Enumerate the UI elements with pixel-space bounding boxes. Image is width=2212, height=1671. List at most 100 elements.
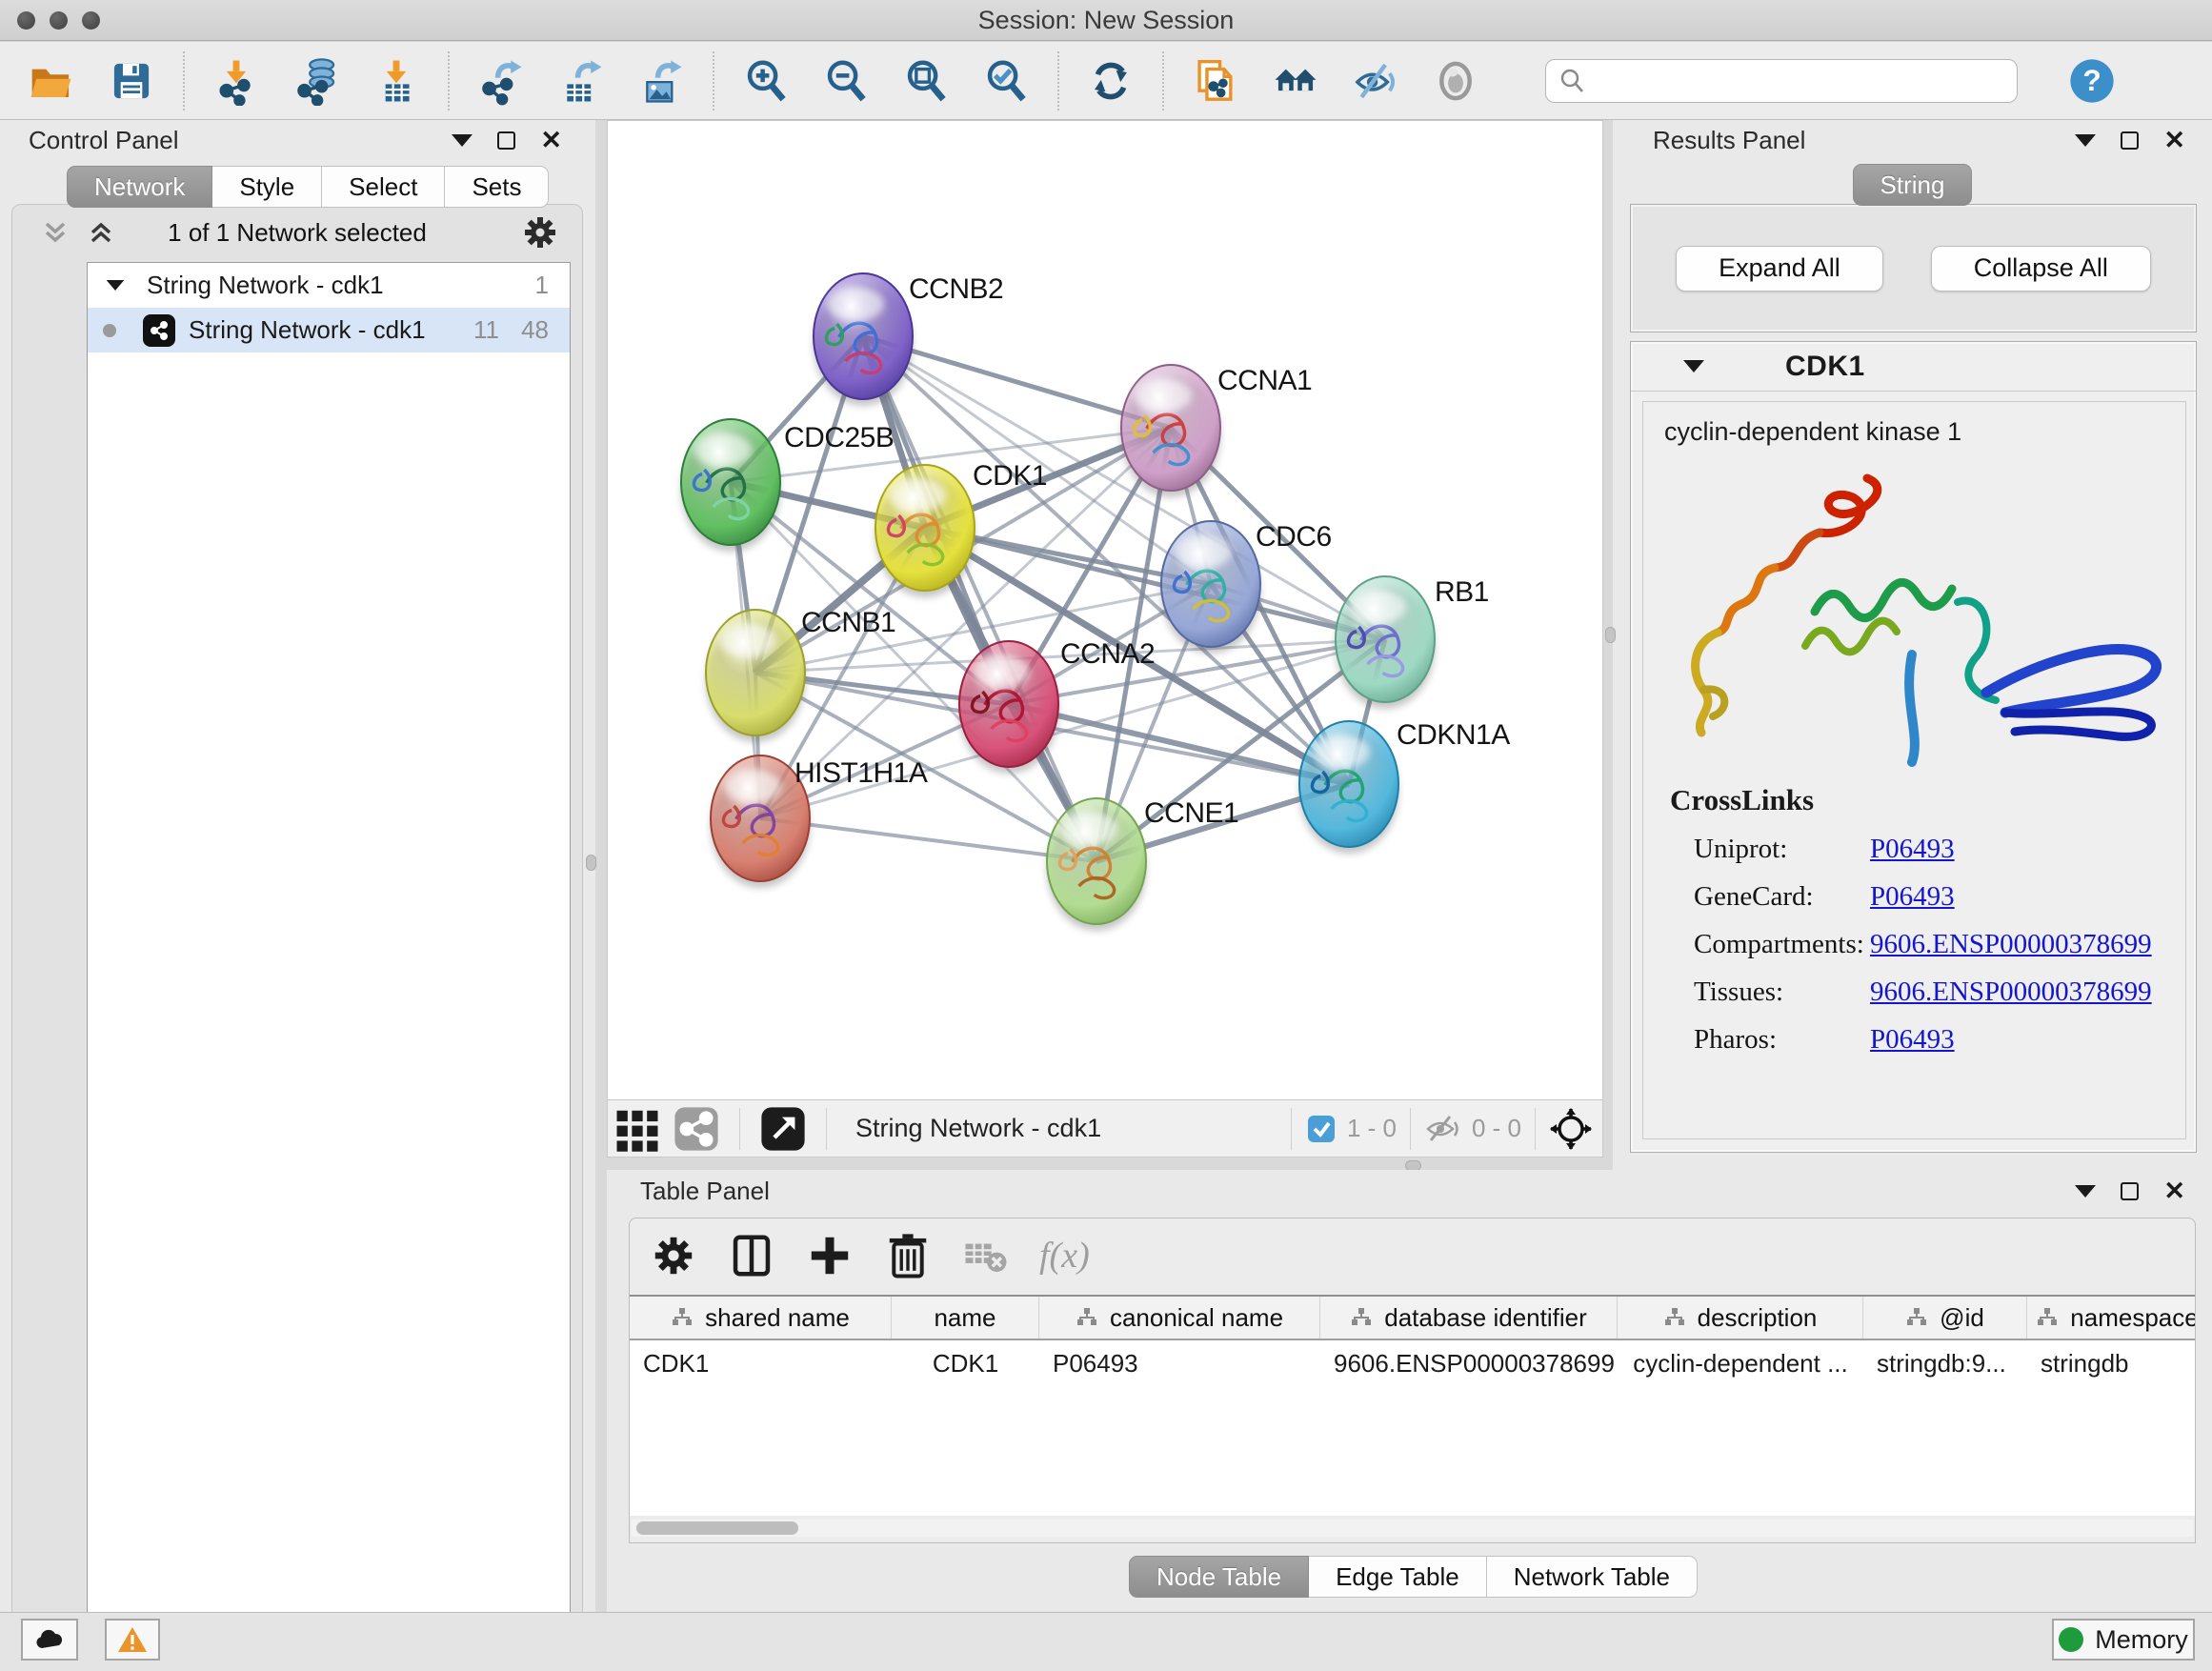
search-input[interactable] (1586, 68, 2005, 94)
crosslink-label: Compartments: (1694, 929, 1870, 960)
column-header-shared-name[interactable]: shared name (630, 1297, 892, 1339)
table-cell[interactable]: 9606.ENSP00000378699 (1320, 1349, 1618, 1379)
network-graph[interactable]: CCNB2CCNA1CDC25BCDK1CDC6RB1CCNB1CCNA2CDK… (608, 121, 1602, 1099)
create-column-icon[interactable] (805, 1231, 855, 1280)
tab-style[interactable]: Style (212, 166, 322, 208)
tab-string[interactable]: String (1853, 164, 1973, 206)
import-table-file-button[interactable] (356, 51, 436, 111)
crosslink-link[interactable]: P06493 (1870, 1024, 1955, 1056)
show-all-button[interactable] (1416, 51, 1496, 111)
export-table-file-button[interactable] (541, 51, 621, 111)
protein-node-CDK1[interactable] (875, 465, 975, 597)
protein-node-CDKN1A[interactable] (1299, 721, 1398, 854)
import-table-icon (372, 56, 421, 106)
hide-selected-button[interactable] (1336, 51, 1416, 111)
network-row-selected[interactable]: String Network - cdk1 11 48 (88, 308, 570, 352)
selected-checkbox-icon[interactable] (1305, 1113, 1337, 1145)
search-icon (1558, 67, 1586, 95)
close-panel-icon[interactable]: ✕ (2163, 128, 2185, 153)
protein-node-CCNE1[interactable] (1047, 798, 1146, 931)
tab-select[interactable]: Select (322, 166, 445, 208)
cloud-status-button[interactable] (21, 1619, 78, 1661)
zoom-out-icon (821, 56, 871, 106)
column-header-description[interactable]: description (1618, 1297, 1863, 1339)
table-row[interactable]: CDK1CDK1P064939606.ENSP00000378699cyclin… (630, 1340, 2195, 1386)
refresh-view-button[interactable] (1071, 51, 1151, 111)
table-cell[interactable]: cyclin-dependent ... (1618, 1349, 1863, 1379)
collection-expander-icon[interactable] (107, 280, 125, 291)
scrollbar-thumb[interactable] (636, 1521, 798, 1535)
export-image-file-button[interactable] (621, 51, 701, 111)
zoom-in-button[interactable] (726, 51, 806, 111)
zoom-selected-button[interactable] (966, 51, 1046, 111)
import-network-database-button[interactable] (276, 51, 356, 111)
zoom-out-button[interactable] (806, 51, 886, 111)
memory-button[interactable]: Memory (2052, 1619, 2195, 1661)
help-button[interactable]: ? (2052, 51, 2132, 111)
search-field[interactable] (1545, 59, 2018, 103)
export-network-file-button[interactable] (461, 51, 541, 111)
close-panel-icon[interactable]: ✕ (2163, 1178, 2185, 1204)
expand-all-button[interactable]: Expand All (1676, 246, 1883, 292)
open-session-button[interactable] (11, 51, 91, 111)
column-header--id[interactable]: @id (1863, 1297, 2027, 1339)
tab-network[interactable]: Network (67, 166, 212, 208)
network-share-button[interactable] (667, 1099, 726, 1158)
panel-menu-icon[interactable] (452, 134, 473, 147)
tab-node-table[interactable]: Node Table (1129, 1556, 1309, 1598)
save-session-button[interactable] (91, 51, 171, 111)
table-cell[interactable]: CDK1 (892, 1349, 1039, 1379)
crosslink-link[interactable]: P06493 (1870, 834, 1955, 865)
right-splitter-grip[interactable] (1605, 627, 1616, 643)
node-table[interactable]: shared namenamecanonical namedatabase id… (630, 1295, 2195, 1516)
table-settings-gear-icon[interactable] (649, 1231, 698, 1280)
crosslink-link[interactable]: 9606.ENSP00000378699 (1870, 976, 2152, 1008)
delete-column-trash-icon[interactable] (883, 1231, 933, 1280)
protein-node-CCNB2[interactable] (814, 273, 913, 406)
table-horizontal-scrollbar[interactable] (632, 1520, 2193, 1537)
protein-node-CCNA1[interactable] (1121, 365, 1220, 497)
left-splitter-grip[interactable] (586, 855, 596, 871)
protein-node-CDC6[interactable] (1161, 521, 1260, 654)
tab-network-table[interactable]: Network Table (1487, 1556, 1698, 1598)
network-collection-button[interactable] (1256, 51, 1336, 111)
table-cell[interactable]: stringdb (2027, 1349, 2195, 1379)
column-header-name[interactable]: name (892, 1297, 1039, 1339)
column-header-namespace[interactable]: namespace (2027, 1297, 2195, 1339)
warnings-button[interactable] (105, 1619, 160, 1661)
column-header-database-identifier[interactable]: database identifier (1320, 1297, 1618, 1339)
protein-node-RB1[interactable] (1336, 576, 1435, 709)
table-cell[interactable]: stringdb:9... (1863, 1349, 2027, 1379)
close-panel-icon[interactable]: ✕ (540, 128, 562, 153)
float-panel-icon[interactable] (497, 131, 515, 150)
fit-selected-crosshair-icon[interactable] (1549, 1107, 1593, 1151)
network-collection-row[interactable]: String Network - cdk1 1 (88, 263, 570, 308)
column-header-canonical-name[interactable]: canonical name (1039, 1297, 1320, 1339)
crosslink-link[interactable]: 9606.ENSP00000378699 (1870, 929, 2152, 960)
table-cell[interactable]: P06493 (1039, 1349, 1320, 1379)
tab-edge-table[interactable]: Edge Table (1309, 1556, 1487, 1598)
protein-node-CCNA2[interactable] (959, 641, 1058, 774)
gene-expander-icon[interactable] (1683, 360, 1704, 372)
tab-sets[interactable]: Sets (445, 166, 549, 208)
show-columns-icon[interactable] (727, 1231, 776, 1280)
table-cell[interactable]: CDK1 (630, 1349, 892, 1379)
float-panel-icon[interactable] (2121, 1182, 2139, 1200)
zoom-fit-content-button[interactable] (886, 51, 966, 111)
open-in-window-button[interactable] (754, 1099, 813, 1158)
float-panel-icon[interactable] (2121, 131, 2139, 150)
network-options-gear-icon[interactable] (521, 213, 559, 252)
collapse-all-button[interactable]: Collapse All (1931, 246, 2151, 292)
panel-menu-icon[interactable] (2075, 134, 2096, 147)
clone-network-button[interactable] (1176, 51, 1256, 111)
import-network-file-button[interactable] (196, 51, 276, 111)
edge-CCNA2-CDKN1A[interactable] (1009, 704, 1349, 784)
protein-node-CCNB1[interactable] (706, 610, 805, 742)
protein-node-CDC25B[interactable] (681, 419, 780, 552)
edge-HIST1H1A-CCNE1[interactable] (760, 818, 1096, 861)
panel-menu-icon[interactable] (2075, 1185, 2096, 1198)
birdseye-grid-button[interactable] (608, 1099, 667, 1158)
gene-entry-header[interactable]: CDK1 (1631, 342, 2196, 392)
network-canvas[interactable]: CCNB2CCNA1CDC25BCDK1CDC6RB1CCNB1CCNA2CDK… (607, 120, 1603, 1100)
crosslink-link[interactable]: P06493 (1870, 881, 1955, 913)
